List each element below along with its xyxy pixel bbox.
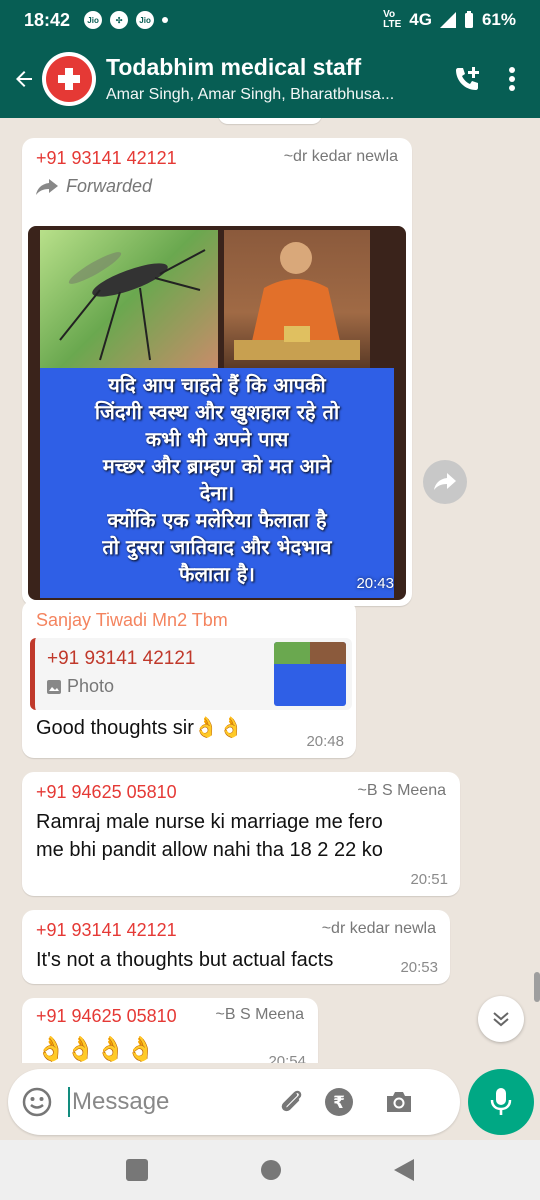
svg-text:₹: ₹ [333, 1093, 345, 1113]
mic-icon [490, 1088, 512, 1115]
message-bubble[interactable]: +91 93141 42121 ~dr kedar newla It's not… [22, 910, 450, 984]
photo-icon [47, 679, 61, 694]
home-button[interactable] [260, 1160, 281, 1180]
jio-icon: Jio [84, 11, 103, 29]
scroll-down-button[interactable] [478, 996, 524, 1042]
message-alias: ~B S Meena [215, 1006, 305, 1023]
message-input[interactable] [72, 1088, 272, 1116]
quoted-sender: +91 93141 42121 [47, 648, 196, 669]
quoted-type: Photo [47, 676, 114, 697]
medical-cross-icon [58, 68, 80, 90]
chat-header: Todabhim medical staff Amar Singh, Amar … [0, 40, 540, 118]
forward-button[interactable] [423, 460, 467, 504]
back-nav-icon[interactable] [393, 1159, 414, 1181]
back-arrow-icon [16, 71, 32, 87]
message-text: Ramraj male nurse ki marriage me fero me… [36, 811, 383, 861]
chat-title-block[interactable]: Todabhim medical staff Amar Singh, Amar … [106, 54, 436, 104]
forward-icon [36, 178, 58, 195]
status-time: 18:42 [24, 9, 71, 30]
message-sender[interactable]: Sanjay Tiwadi Mn2 Tbm [36, 610, 228, 631]
message-text: Good thoughts sir👌👌 [36, 717, 244, 739]
voice-record-button[interactable] [468, 1069, 534, 1135]
message-time: 20:43 [356, 575, 394, 592]
forwarded-label: Forwarded [36, 176, 152, 197]
notification-dot-icon [162, 17, 169, 23]
message-alias: ~dr kedar newla [283, 148, 398, 165]
priest-photo [224, 230, 370, 368]
text-cursor [68, 1087, 70, 1117]
message-sender[interactable]: +91 93141 42121 [36, 920, 177, 941]
message-text: 👌👌👌👌 [36, 1036, 156, 1063]
add-call-icon[interactable] [452, 64, 482, 94]
emoji-icon[interactable] [22, 1087, 52, 1117]
mosquito-photo [40, 230, 218, 368]
lte-icon: Vo LTE [383, 9, 402, 30]
battery-percent: 61% [481, 10, 516, 29]
message-bubble-reply[interactable]: Sanjay Tiwadi Mn2 Tbm +91 93141 42121 Ph… [22, 600, 356, 758]
group-name: Todabhim medical staff [106, 54, 362, 80]
rupee-icon[interactable]: ₹ [324, 1087, 354, 1117]
poster-text: यदि आप चाहते हैं कि आपकी जिंदगी स्वस्थ औ… [40, 368, 394, 598]
system-nav-bar [0, 1140, 540, 1200]
group-avatar[interactable] [42, 52, 96, 106]
message-time: 20:48 [306, 733, 344, 750]
quoted-message[interactable]: +91 93141 42121 Photo [30, 638, 352, 710]
forward-icon [434, 473, 456, 490]
scrollbar-thumb[interactable] [534, 972, 540, 1002]
signal-icon [439, 12, 456, 28]
message-text: It's not a thoughts but actual facts [36, 949, 334, 971]
message-time: 20:54 [268, 1053, 306, 1063]
message-composer: ₹ [8, 1069, 460, 1135]
fan-icon: ✣ [110, 11, 129, 29]
jio-icon: Jio [136, 11, 155, 29]
back-button[interactable] [4, 40, 44, 118]
chat-area[interactable]: +91 93141 42121 ~dr kedar newla Forwarde… [0, 118, 540, 1063]
message-alias: ~dr kedar newla [321, 920, 436, 937]
recents-button[interactable] [126, 1159, 149, 1181]
message-alias: ~B S Meena [357, 782, 447, 799]
scroll-down-icon [493, 1012, 509, 1027]
previous-bubble-edge [218, 118, 322, 124]
message-time: 20:51 [410, 871, 448, 888]
more-vert-icon[interactable] [508, 66, 516, 92]
members-list: Amar Singh, Amar Singh, Bharatbhusa... [106, 86, 395, 103]
message-bubble-image[interactable]: +91 93141 42121 ~dr kedar newla Forwarde… [22, 138, 412, 606]
network-label: 4G [409, 10, 432, 29]
forwarded-image[interactable]: यदि आप चाहते हैं कि आपकी जिंदगी स्वस्थ औ… [28, 226, 406, 600]
battery-icon [464, 11, 473, 28]
message-time: 20:53 [400, 959, 438, 976]
message-bubble[interactable]: +91 94625 05810 ~B S Meena Ramraj male n… [22, 772, 460, 896]
status-bar: 18:42 Jio ✣ Jio Vo LTE 4G 61% [0, 0, 540, 40]
attach-icon[interactable] [276, 1087, 306, 1117]
camera-icon[interactable] [384, 1087, 414, 1117]
message-bubble[interactable]: +91 94625 05810 ~B S Meena 👌👌👌👌 20:54 [22, 998, 318, 1063]
quoted-thumbnail [274, 642, 346, 706]
message-sender[interactable]: +91 94625 05810 [36, 1006, 177, 1027]
message-sender[interactable]: +91 93141 42121 [36, 148, 177, 169]
message-sender[interactable]: +91 94625 05810 [36, 782, 177, 803]
